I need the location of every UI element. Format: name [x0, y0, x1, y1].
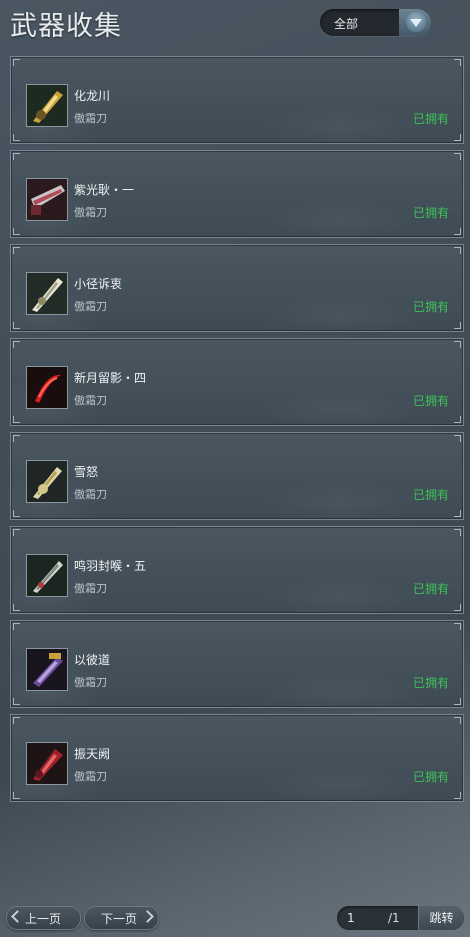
weapon-card[interactable]: 雪怒 傲霜刀 已拥有: [10, 432, 464, 520]
owned-status: 已拥有: [412, 394, 449, 408]
weapon-type: 傲霜刀: [74, 300, 107, 313]
chevron-down-icon[interactable]: [399, 9, 431, 36]
owned-status: 已拥有: [412, 488, 449, 502]
gold-blade-icon: [26, 84, 68, 127]
next-page-button[interactable]: 下一页: [84, 906, 159, 930]
weapon-name: 振天阙: [74, 747, 111, 761]
owned-status: 已拥有: [412, 770, 449, 784]
weapon-type: 傲霜刀: [74, 112, 107, 125]
owned-status: 已拥有: [412, 300, 449, 314]
prev-page-label: 上一页: [25, 912, 62, 926]
weapon-list: 化龙川 傲霜刀 已拥有 紫光耿・一 傲霜刀 已拥有 小径诉衷 傲霜刀 已拥有 新…: [10, 56, 464, 808]
weapon-card[interactable]: 小径诉衷 傲霜刀 已拥有: [10, 244, 464, 332]
crimson-heavy-blade-icon: [26, 742, 68, 785]
weapon-type: 傲霜刀: [74, 206, 107, 219]
weapon-name: 化龙川: [74, 89, 111, 103]
violet-blade-icon: [26, 648, 68, 691]
filter-dropdown[interactable]: 全部: [320, 9, 431, 36]
weapon-name: 雪怒: [74, 465, 99, 479]
weapon-card[interactable]: 以彼道 傲霜刀 已拥有: [10, 620, 464, 708]
weapon-name: 鸣羽封喉・五: [74, 559, 147, 573]
chevron-left-icon: [11, 910, 24, 923]
page-jump: /1 跳转: [337, 906, 464, 930]
owned-status: 已拥有: [412, 206, 449, 220]
crimson-blade-icon: [26, 178, 68, 221]
weapon-type: 傲霜刀: [74, 676, 107, 689]
page-total: /1: [388, 911, 400, 925]
jump-button[interactable]: 跳转: [418, 906, 464, 930]
owned-status: 已拥有: [412, 112, 449, 126]
weapon-type: 傲霜刀: [74, 582, 107, 595]
weapon-type: 傲霜刀: [74, 770, 107, 783]
owned-status: 已拥有: [412, 676, 449, 690]
page-number-input[interactable]: [343, 909, 387, 927]
chevron-right-icon: [141, 910, 154, 923]
silver-blade-icon: [26, 272, 68, 315]
weapon-type: 傲霜刀: [74, 488, 107, 501]
snow-blade-icon: [26, 460, 68, 503]
page-title: 武器收集: [10, 11, 122, 42]
weapon-card[interactable]: 化龙川 傲霜刀 已拥有: [10, 56, 464, 144]
weapon-card[interactable]: 鸣羽封喉・五 傲霜刀 已拥有: [10, 526, 464, 614]
weapon-name: 小径诉衷: [74, 277, 123, 291]
filter-selected-label: 全部: [334, 17, 359, 31]
weapon-card[interactable]: 新月留影・四 傲霜刀 已拥有: [10, 338, 464, 426]
weapon-card[interactable]: 振天阙 傲霜刀 已拥有: [10, 714, 464, 802]
next-page-label: 下一页: [101, 912, 138, 926]
owned-status: 已拥有: [412, 582, 449, 596]
red-crescent-blade-icon: [26, 366, 68, 409]
weapon-card[interactable]: 紫光耿・一 傲霜刀 已拥有: [10, 150, 464, 238]
weapon-name: 紫光耿・一: [74, 183, 135, 197]
weapon-name: 新月留影・四: [74, 371, 147, 385]
prev-page-button[interactable]: 上一页: [6, 906, 81, 930]
weapon-name: 以彼道: [74, 653, 111, 667]
weapon-type: 傲霜刀: [74, 394, 107, 407]
feather-blade-icon: [26, 554, 68, 597]
